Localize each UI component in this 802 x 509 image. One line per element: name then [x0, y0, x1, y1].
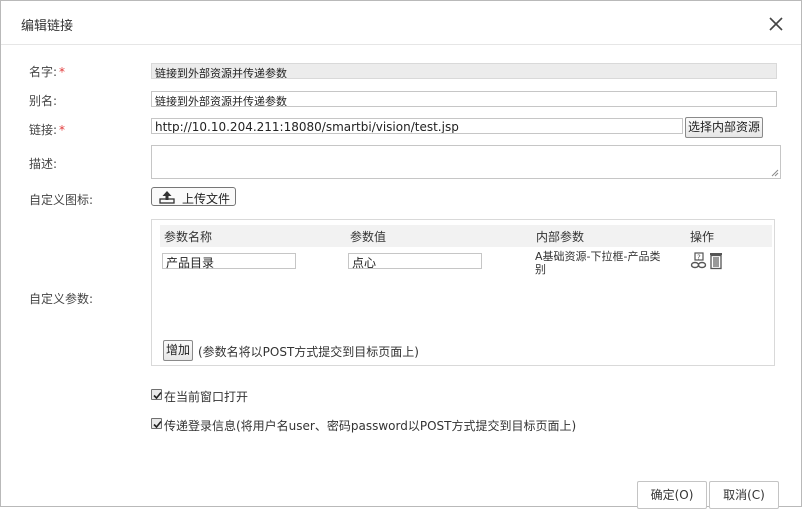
upload-file-label: 上传文件	[182, 192, 231, 206]
column-header-param-name: 参数名称	[164, 230, 213, 244]
link-label: 链接: *	[29, 123, 66, 137]
pass-login-info-label: 传递登录信息(将用户名user、密码password以POST方式提交到目标页面…	[164, 419, 577, 433]
column-header-param-value: 参数值	[350, 230, 387, 244]
param-name-input[interactable]: 产品目录	[162, 253, 296, 270]
dialog-titlebar: 编辑链接	[1, 1, 801, 45]
link-params-icon[interactable]: ?	[690, 252, 708, 273]
custom-icon-label: 自定义图标:	[29, 193, 94, 207]
row-operations: ?	[690, 252, 726, 270]
required-mark: *	[59, 65, 66, 79]
name-field[interactable]: 链接到外部资源并传递参数	[151, 63, 777, 79]
delete-icon[interactable]	[709, 252, 723, 273]
custom-params-label: 自定义参数:	[29, 292, 94, 306]
resize-handle-icon[interactable]	[771, 169, 779, 177]
pass-login-info-option: 传递登录信息(将用户名user、密码password以POST方式提交到目标页面…	[151, 417, 711, 433]
description-textarea[interactable]	[151, 145, 781, 179]
description-label: 描述:	[29, 157, 58, 171]
add-param-note: (参数名将以POST方式提交到目标页面上)	[198, 345, 419, 359]
add-param-button[interactable]: 增加	[163, 340, 193, 361]
custom-params-panel: 参数名称 参数值 内部参数 操作 产品目录 点心 A基础资源-下拉框-产品类别 …	[151, 219, 775, 366]
choose-internal-resource-button[interactable]: 选择内部资源	[685, 117, 763, 138]
param-value-input[interactable]: 点心	[348, 253, 482, 270]
internal-param-text: A基础资源-下拉框-产品类别	[535, 250, 661, 276]
name-label: 名字: *	[29, 65, 66, 79]
column-header-internal-param: 内部参数	[536, 230, 585, 244]
open-current-window-checkbox[interactable]	[151, 389, 162, 400]
required-mark: *	[59, 123, 66, 137]
cancel-button[interactable]: 取消(C)	[709, 481, 779, 509]
close-icon[interactable]	[765, 13, 787, 35]
upload-file-button[interactable]: 上传文件	[151, 187, 236, 206]
params-table-header: 参数名称 参数值 内部参数 操作	[160, 225, 772, 247]
svg-text:?: ?	[697, 254, 701, 262]
dialog-title: 编辑链接	[21, 19, 74, 34]
open-current-window-label: 在当前窗口打开	[164, 390, 249, 404]
alias-field[interactable]: 链接到外部资源并传递参数	[151, 91, 777, 107]
ok-button[interactable]: 确定(O)	[637, 481, 707, 509]
edit-link-dialog: 编辑链接 名字: * 链接到外部资源并传递参数 别名: 链接到外部资源并传递参数 …	[0, 0, 802, 509]
open-current-window-option: 在当前窗口打开	[151, 388, 451, 404]
upload-icon	[159, 190, 175, 204]
alias-label: 别名:	[29, 94, 58, 108]
link-url-field[interactable]: http://10.10.204.211:18080/smartbi/visio…	[151, 118, 683, 134]
pass-login-info-checkbox[interactable]	[151, 418, 162, 429]
column-header-operation: 操作	[690, 230, 715, 244]
